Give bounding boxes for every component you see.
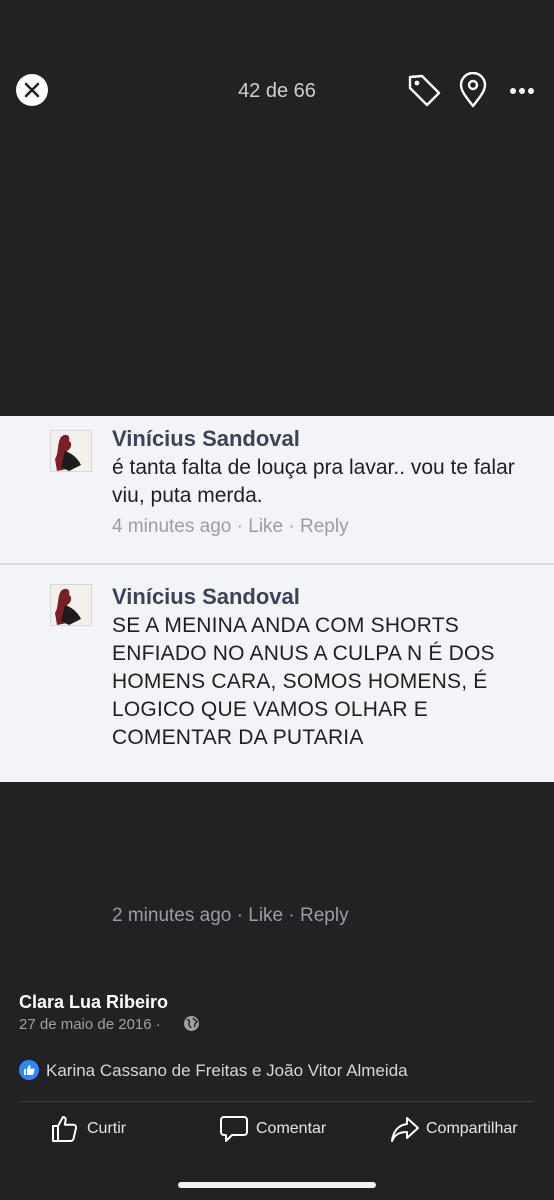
comment-meta: 2 minutes ago · Like · Reply bbox=[112, 905, 349, 926]
commenter-avatar bbox=[50, 584, 92, 626]
comment-reply-link: Reply bbox=[300, 516, 349, 537]
comment-author: Vinícius Sandoval bbox=[112, 426, 300, 451]
actions-divider bbox=[19, 1101, 535, 1102]
viewer-top-bar: 42 de 66 bbox=[0, 60, 554, 124]
more-icon bbox=[510, 88, 534, 94]
share-label: Compartilhar bbox=[426, 1120, 518, 1137]
share-icon bbox=[391, 1117, 419, 1142]
share-button[interactable]: Compartilhar bbox=[390, 1112, 530, 1146]
globe-icon bbox=[184, 1016, 199, 1031]
tag-icon bbox=[408, 74, 441, 107]
commenter-avatar bbox=[50, 430, 92, 472]
like-badge-icon bbox=[19, 1060, 39, 1080]
comment-divider bbox=[0, 563, 554, 565]
location-button[interactable] bbox=[456, 71, 490, 110]
comment-text: SE A MENINA ANDA COM SHORTS ENFIADO NO A… bbox=[112, 614, 495, 749]
comment: Vinícius Sandoval é tanta falta de louça… bbox=[0, 416, 554, 565]
thumbs-up-icon bbox=[52, 1116, 78, 1142]
home-indicator[interactable] bbox=[178, 1182, 376, 1188]
comment-time: 2 minutes ago bbox=[112, 905, 232, 926]
comment-meta: 4 minutes ago · Like · Reply bbox=[112, 516, 349, 537]
photo[interactable]: Vinícius Sandoval é tanta falta de louça… bbox=[0, 416, 554, 926]
comment-time: 4 minutes ago bbox=[112, 516, 232, 537]
comment-like-link: Like bbox=[248, 516, 284, 537]
location-pin-icon bbox=[459, 71, 487, 108]
comment: Vinícius Sandoval SE A MENINA ANDA COM S… bbox=[0, 566, 554, 926]
tag-button[interactable] bbox=[406, 72, 444, 110]
post-author[interactable]: Clara Lua Ribeiro bbox=[19, 992, 168, 1013]
comment-label: Comentar bbox=[256, 1120, 327, 1137]
comment-reply-link: Reply bbox=[300, 905, 349, 926]
comment-text: é tanta falta de louça pra lavar.. vou t… bbox=[112, 456, 515, 507]
like-label: Curtir bbox=[87, 1120, 127, 1137]
likers-names: Karina Cassano de Freitas e João Vitor A… bbox=[46, 1061, 408, 1080]
like-button[interactable]: Curtir bbox=[50, 1112, 140, 1146]
more-options-button[interactable] bbox=[506, 74, 538, 108]
post-date[interactable]: 27 de maio de 2016 · bbox=[19, 1016, 161, 1033]
comment-like-link: Like bbox=[248, 905, 284, 926]
comment-icon bbox=[220, 1116, 248, 1142]
comment-button[interactable]: Comentar bbox=[220, 1112, 338, 1146]
comment-author: Vinícius Sandoval bbox=[112, 584, 300, 609]
